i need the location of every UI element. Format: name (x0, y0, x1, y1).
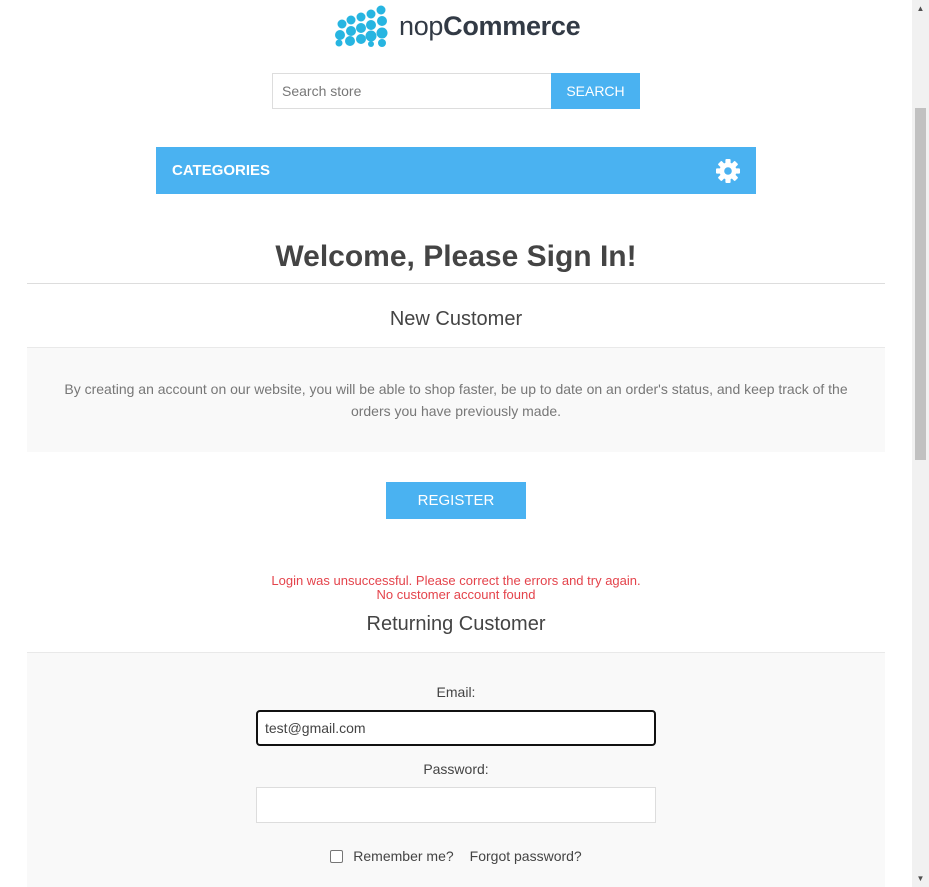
logo-text-nop: nop (399, 10, 444, 41)
store-logo[interactable]: nopCommerce (333, 4, 581, 48)
search-input[interactable] (272, 73, 551, 109)
page: nopCommerce SEARCH CATEGORIES Welcome, P… (0, 0, 912, 887)
logo-text: nopCommerce (399, 10, 581, 42)
error-message: No customer account found (376, 587, 536, 602)
categories-label: CATEGORIES (172, 162, 271, 179)
email-field[interactable] (256, 710, 656, 746)
new-customer-title: New Customer (389, 308, 523, 330)
categories-bar[interactable]: CATEGORIES (156, 147, 756, 194)
page-title: Welcome, Please Sign In! (27, 230, 885, 284)
remember-row: Remember me? Forgot password? (27, 848, 885, 864)
forgot-password-link[interactable]: Forgot password? (470, 848, 582, 864)
vertical-scrollbar[interactable]: ▲ ▼ (912, 0, 929, 887)
logo-text-commerce: Commerce (443, 10, 581, 41)
validation-summary: Login was unsuccessful. Please correct t… (27, 574, 885, 602)
gear-icon[interactable] (715, 158, 741, 184)
error-message: Login was unsuccessful. Please correct t… (271, 573, 641, 588)
new-customer-text: By creating an account on our website, y… (27, 347, 885, 452)
search-button[interactable]: SEARCH (551, 73, 640, 109)
register-button[interactable]: REGISTER (386, 482, 526, 519)
remember-me-label[interactable]: Remember me? (353, 848, 453, 864)
password-field[interactable] (256, 787, 656, 823)
search-form: SEARCH (272, 73, 640, 109)
scrollbar-thumb[interactable] (915, 108, 926, 460)
password-label: Password: (423, 761, 489, 777)
logo-dots-icon (335, 5, 388, 47)
scroll-up-icon[interactable]: ▲ (912, 0, 929, 17)
remember-me-checkbox[interactable] (330, 849, 344, 863)
returning-customer-title: Returning Customer (366, 613, 546, 635)
email-label: Email: (436, 684, 476, 700)
scroll-down-icon[interactable]: ▼ (912, 870, 929, 887)
login-form: Email: Password: Remember me? Forgot pas… (27, 652, 885, 887)
